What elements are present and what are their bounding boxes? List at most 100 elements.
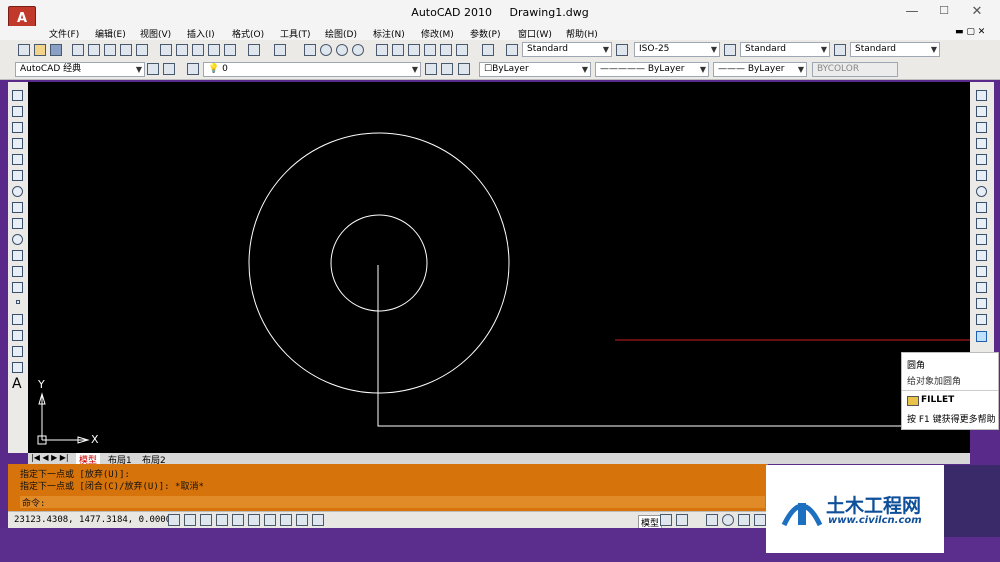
layer-previous-icon[interactable]	[441, 63, 453, 75]
menu-tools[interactable]: 工具(T)	[280, 27, 311, 40]
move-icon[interactable]	[976, 170, 987, 181]
menu-modify[interactable]: 修改(M)	[421, 27, 454, 40]
polygon-icon[interactable]	[12, 138, 23, 149]
ellipse-icon[interactable]	[12, 234, 23, 245]
print-preview-icon[interactable]	[88, 44, 100, 56]
table-style-icon[interactable]	[724, 44, 736, 56]
multileader-style-select[interactable]: Standard ▼	[850, 42, 940, 57]
menu-insert[interactable]: 插入(I)	[187, 27, 215, 40]
menu-parametric[interactable]: 参数(P)	[470, 27, 500, 40]
arc-icon[interactable]	[12, 170, 23, 181]
dim-style-select[interactable]: ISO-25 ▼	[634, 42, 720, 57]
insert-block-icon[interactable]	[12, 266, 23, 277]
outer-circle[interactable]	[248, 132, 510, 394]
color-select[interactable]: ☐ByLayer ▼	[479, 62, 591, 77]
help-icon[interactable]	[482, 44, 494, 56]
rotate-icon[interactable]	[976, 186, 987, 197]
ortho-mode-icon[interactable]	[216, 514, 228, 526]
menu-draw[interactable]: 绘图(D)	[325, 27, 357, 40]
quickcalc-icon[interactable]	[456, 44, 468, 56]
infer-constraints-icon[interactable]	[168, 514, 180, 526]
erase-icon[interactable]	[976, 90, 987, 101]
showmotion-icon[interactable]	[754, 514, 766, 526]
point-icon[interactable]	[16, 300, 20, 304]
make-block-icon[interactable]	[12, 282, 23, 293]
properties-icon[interactable]	[376, 44, 388, 56]
offset-icon[interactable]	[976, 138, 987, 149]
paste-icon[interactable]	[192, 44, 204, 56]
command-input[interactable]: 命令:	[20, 496, 765, 509]
gradient-icon[interactable]	[12, 330, 23, 341]
save-icon[interactable]	[50, 44, 62, 56]
customize-icon[interactable]	[163, 63, 175, 75]
publish-icon[interactable]	[104, 44, 116, 56]
layer-properties-icon[interactable]	[187, 63, 199, 75]
scale-icon[interactable]	[976, 202, 987, 213]
pan-icon[interactable]	[304, 44, 316, 56]
dim-style-icon[interactable]	[616, 44, 628, 56]
grid-display-icon[interactable]	[200, 514, 212, 526]
extend-icon[interactable]	[976, 250, 987, 261]
copy-icon[interactable]	[176, 44, 188, 56]
new-file-icon[interactable]	[18, 44, 30, 56]
menu-view[interactable]: 视图(V)	[140, 27, 171, 40]
copy-object-icon[interactable]	[976, 106, 987, 117]
layer-select[interactable]: 💡 0 ▼	[203, 62, 421, 77]
redo-icon[interactable]	[274, 44, 286, 56]
quick-view-layouts-icon[interactable]	[660, 514, 672, 526]
dynamic-input-icon[interactable]	[296, 514, 308, 526]
zoom-status-icon[interactable]	[722, 514, 734, 526]
plot-icon[interactable]	[136, 44, 148, 56]
make-layer-current-icon[interactable]	[425, 63, 437, 75]
menu-edit[interactable]: 编辑(E)	[95, 27, 126, 40]
workspace-select[interactable]: AutoCAD 经典 ▼	[15, 62, 145, 77]
document-window-controls[interactable]: ▬ ▢ ✕	[955, 27, 985, 37]
stretch-icon[interactable]	[976, 218, 987, 229]
circle-icon[interactable]	[12, 186, 23, 197]
trim-icon[interactable]	[976, 234, 987, 245]
ellipse-arc-icon[interactable]	[12, 250, 23, 261]
line-icon[interactable]	[12, 90, 23, 101]
snap-mode-icon[interactable]	[184, 514, 196, 526]
maximize-button[interactable]: ☐	[934, 4, 954, 17]
revision-cloud-icon[interactable]	[12, 202, 23, 213]
polyline-icon[interactable]	[12, 122, 23, 133]
minimize-button[interactable]: —	[902, 4, 922, 19]
tab-navigation-arrows-icon[interactable]: |◀ ◀ ▶ ▶|	[31, 453, 69, 462]
multileader-style-icon[interactable]	[834, 44, 846, 56]
mirror-icon[interactable]	[976, 122, 987, 133]
dynamic-ucs-icon[interactable]	[280, 514, 292, 526]
tool-palettes-icon[interactable]	[408, 44, 420, 56]
break-at-point-icon[interactable]	[976, 266, 987, 277]
chamfer-icon[interactable]	[976, 314, 987, 325]
table-style-select[interactable]: Standard ▼	[740, 42, 830, 57]
menu-file[interactable]: 文件(F)	[49, 27, 79, 40]
menu-dimension[interactable]: 标注(N)	[373, 27, 405, 40]
lineweight-toggle-icon[interactable]	[312, 514, 324, 526]
join-icon[interactable]	[976, 298, 987, 309]
3d-dwf-icon[interactable]	[120, 44, 132, 56]
zoom-previous-icon[interactable]	[352, 44, 364, 56]
text-style-select[interactable]: Standard ▼	[522, 42, 612, 57]
break-icon[interactable]	[976, 282, 987, 293]
zoom-realtime-icon[interactable]	[320, 44, 332, 56]
polar-tracking-icon[interactable]	[232, 514, 244, 526]
rectangle-icon[interactable]	[12, 154, 23, 165]
quick-view-drawings-icon[interactable]	[676, 514, 688, 526]
sheet-set-icon[interactable]	[424, 44, 436, 56]
array-icon[interactable]	[976, 154, 987, 165]
match-properties-icon[interactable]	[208, 44, 220, 56]
lineweight-select[interactable]: ——— ByLayer ▼	[713, 62, 807, 77]
spline-icon[interactable]	[12, 218, 23, 229]
object-snap-icon[interactable]	[248, 514, 260, 526]
markup-icon[interactable]	[440, 44, 452, 56]
pan-status-icon[interactable]	[706, 514, 718, 526]
close-button[interactable]: ✕	[967, 4, 987, 19]
fillet-icon[interactable]	[976, 331, 987, 342]
open-file-icon[interactable]	[34, 44, 46, 56]
undo-icon[interactable]	[248, 44, 260, 56]
steering-wheel-icon[interactable]	[738, 514, 750, 526]
design-center-icon[interactable]	[392, 44, 404, 56]
object-snap-tracking-icon[interactable]	[264, 514, 276, 526]
layer-state-icon[interactable]	[458, 63, 470, 75]
